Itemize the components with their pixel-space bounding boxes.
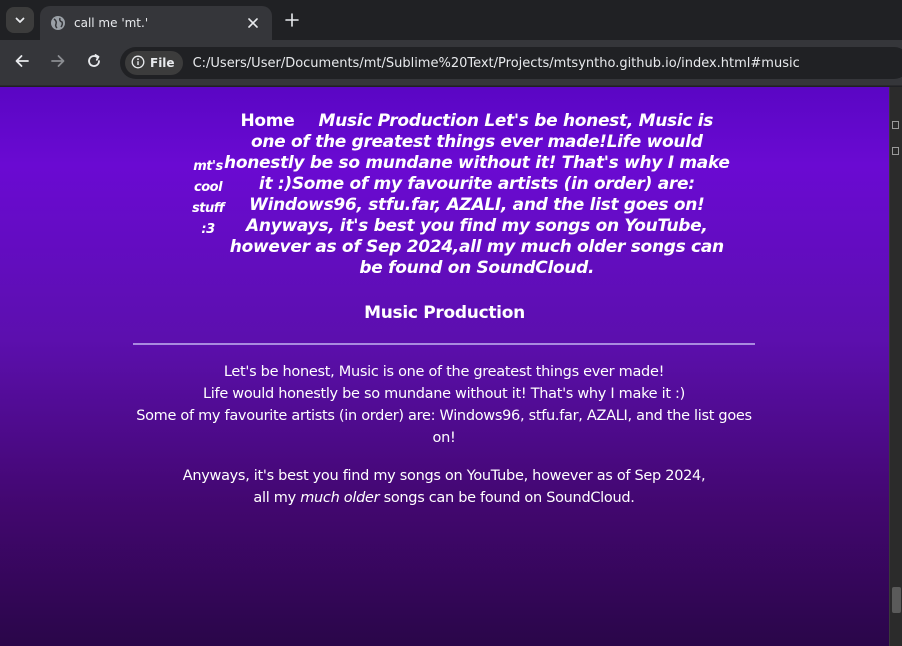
vertical-scrollbar[interactable] xyxy=(889,87,902,646)
site-info-chip[interactable]: File xyxy=(125,51,183,75)
forward-button[interactable] xyxy=(46,51,70,75)
paragraph-line: Anyways, it's best you find my songs on … xyxy=(182,468,706,484)
paragraph-line: on! xyxy=(432,430,456,446)
arrow-left-icon xyxy=(14,53,30,73)
reload-icon xyxy=(86,53,102,73)
paragraph-line: Life would honestly be so mundane withou… xyxy=(203,386,685,402)
emphasis-text: much older xyxy=(300,490,380,506)
home-link[interactable]: Home xyxy=(241,111,295,132)
tagline-line: cool xyxy=(194,180,223,195)
header-line: be found on SoundCloud. xyxy=(359,258,595,278)
tagline-line: stuff xyxy=(192,201,225,216)
plus-icon xyxy=(285,12,299,31)
url-text[interactable]: C:/Users/User/Documents/mt/Sublime%20Tex… xyxy=(193,56,800,71)
paragraph-text: all my xyxy=(253,490,301,506)
tab-title: call me 'mt.' xyxy=(74,16,149,30)
tab-strip: call me 'mt.' xyxy=(0,0,902,40)
intro-paragraph: Let's be honest, Music is one of the gre… xyxy=(133,361,755,449)
globe-icon xyxy=(50,15,66,31)
header-line: it :)Some of my favourite artists (in or… xyxy=(258,174,695,194)
new-tab-button[interactable] xyxy=(280,9,304,33)
scroll-marker-icon xyxy=(892,147,899,155)
header-line: however as of Sep 2024,all my much older… xyxy=(229,237,724,257)
header-line: Windows96, stfu.far, AZALI, and the list… xyxy=(249,195,705,215)
site-chip-label: File xyxy=(150,56,175,70)
tagline-line: :3 xyxy=(201,222,215,237)
paragraph-line: Let's be honest, Music is one of the gre… xyxy=(223,364,665,380)
chevron-down-icon xyxy=(14,11,26,30)
browser-toolbar: File C:/Users/User/Documents/mt/Sublime%… xyxy=(0,40,902,86)
site-header: mt's cool stuff :3 Home Music Production… xyxy=(192,111,730,279)
section-title: Music Production xyxy=(364,303,525,323)
songs-paragraph: Anyways, it's best you find my songs on … xyxy=(133,465,755,509)
header-nav-text: Home Music Production Let's be honest, M… xyxy=(224,111,730,279)
close-icon[interactable] xyxy=(244,14,262,32)
site-tagline: mt's cool stuff :3 xyxy=(192,156,225,279)
paragraph-line: all my much older songs can be found on … xyxy=(133,487,755,509)
address-bar[interactable]: File C:/Users/User/Documents/mt/Sublime%… xyxy=(120,47,902,79)
section-divider xyxy=(133,343,755,345)
tab-search-button[interactable] xyxy=(6,7,34,33)
header-line: Anyways, it's best you find my songs on … xyxy=(246,216,708,236)
active-tab[interactable]: call me 'mt.' xyxy=(40,6,272,40)
paragraph-text: songs can be found on SoundCloud. xyxy=(379,490,635,506)
header-line: honestly be so mundane without it! That'… xyxy=(224,153,730,173)
arrow-right-icon xyxy=(50,53,66,73)
back-button[interactable] xyxy=(10,51,34,75)
reload-button[interactable] xyxy=(82,51,106,75)
header-line: Music Production Let's be honest, Music … xyxy=(318,111,714,131)
tagline-line: mt's xyxy=(193,159,223,174)
header-line: one of the greatest things ever made!Lif… xyxy=(251,132,703,152)
paragraph-line: Some of my favourite artists (in order) … xyxy=(136,408,752,424)
info-icon xyxy=(131,54,145,73)
scroll-marker-icon xyxy=(892,121,899,129)
scrollbar-thumb[interactable] xyxy=(892,587,901,613)
page-content: mt's cool stuff :3 Home Music Production… xyxy=(0,87,889,646)
